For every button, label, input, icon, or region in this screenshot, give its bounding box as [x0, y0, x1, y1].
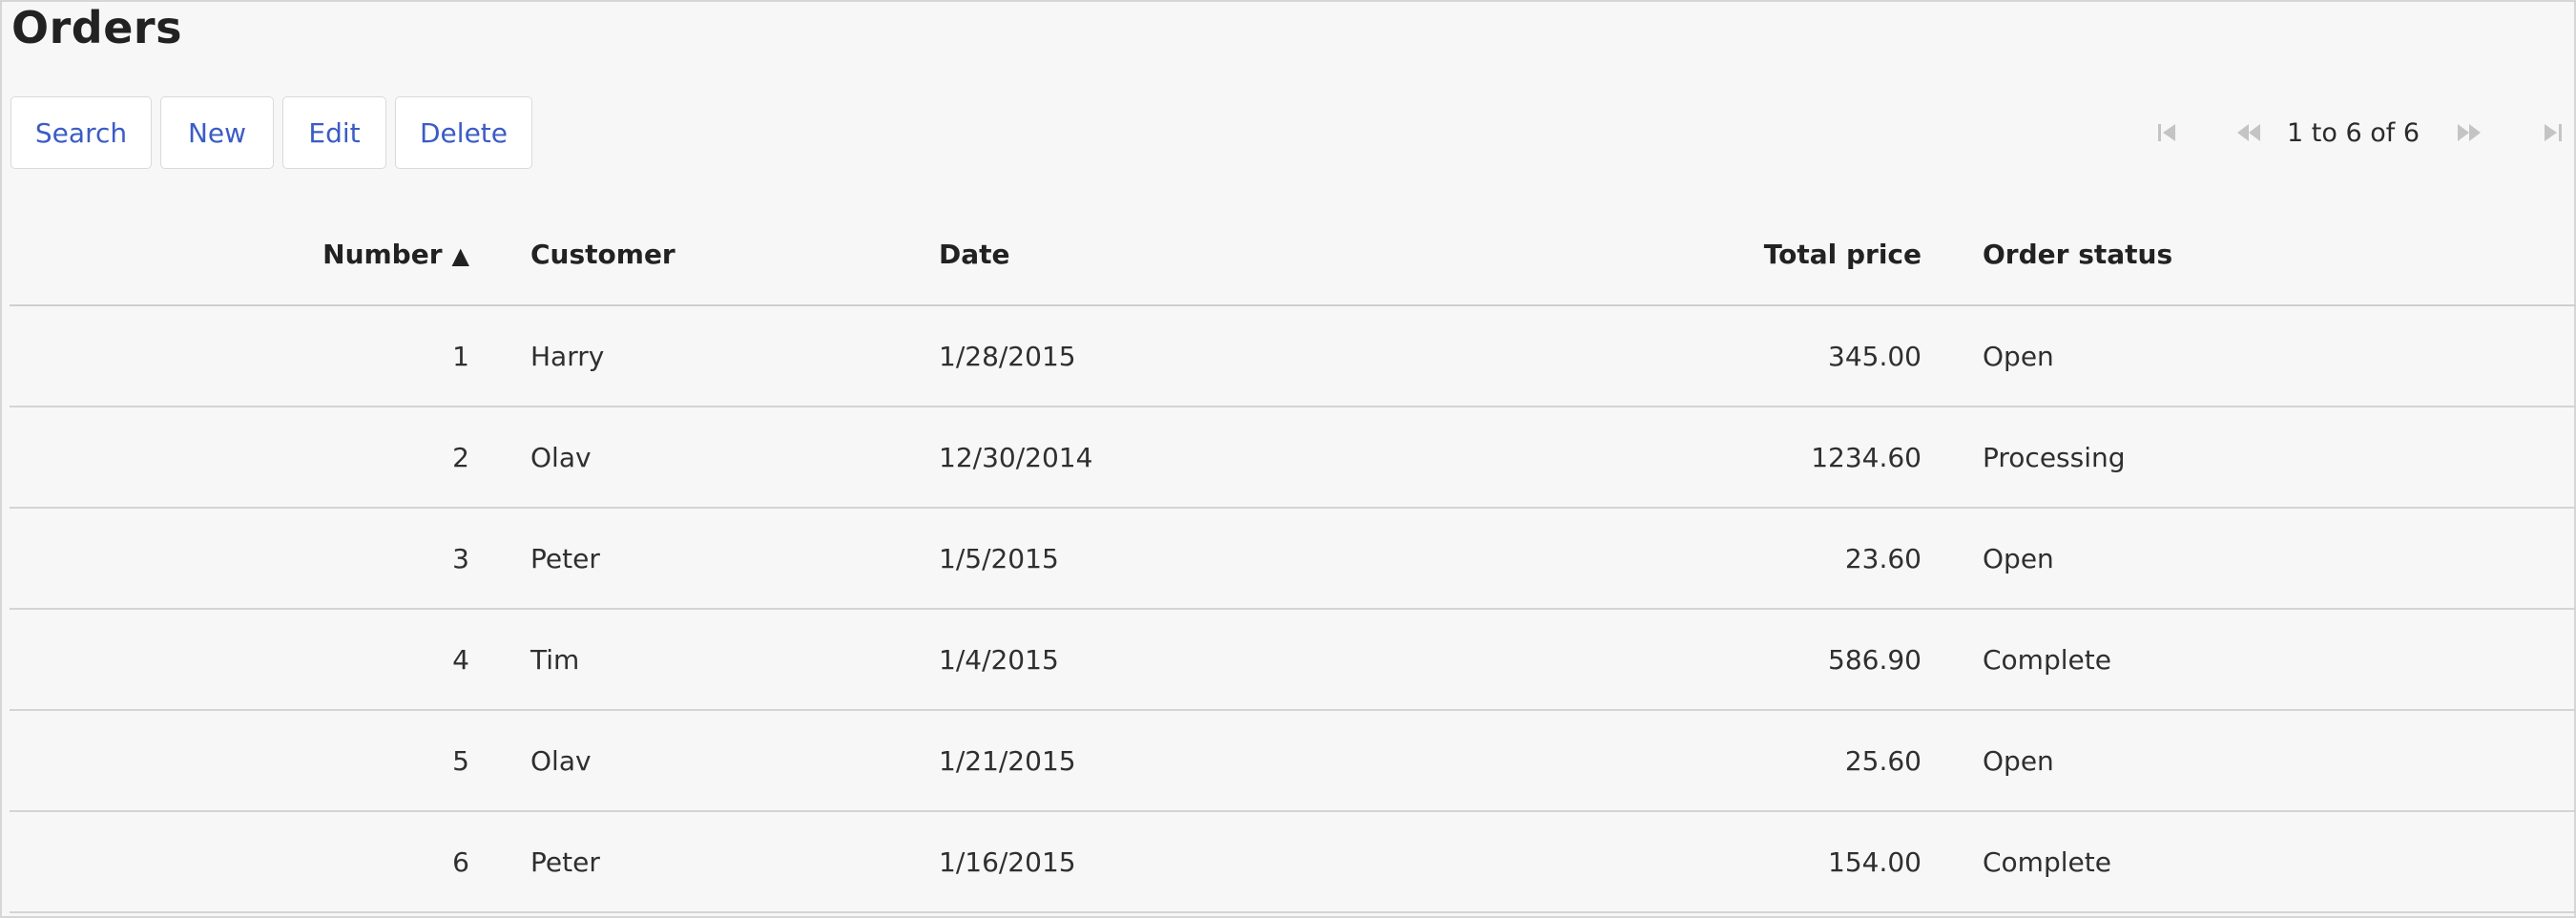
cell-total-price: 154.00	[1443, 811, 1922, 913]
delete-button[interactable]: Delete	[395, 96, 532, 169]
column-header-total-price[interactable]: Total price	[1443, 204, 1922, 306]
cell-order-status: Open	[1922, 508, 2576, 610]
cell-customer: Peter	[469, 811, 935, 913]
column-header-customer[interactable]: Customer	[469, 204, 935, 306]
cell-order-status: Open	[1922, 305, 2576, 407]
cell-order-status: Complete	[1922, 609, 2576, 711]
cell-customer: Olav	[469, 710, 935, 812]
pager-status: 1 to 6 of 6	[2287, 117, 2420, 148]
cell-total-price: 25.60	[1443, 710, 1922, 812]
cell-number: 1	[10, 305, 469, 407]
cell-number: 5	[10, 710, 469, 812]
table-row[interactable]: 3 Peter 1/5/2015 23.60 Open	[10, 508, 2576, 610]
cell-number: 4	[10, 609, 469, 711]
new-button[interactable]: New	[160, 96, 274, 169]
column-header-number-label: Number	[322, 239, 443, 270]
table-row[interactable]: 5 Olav 1/21/2015 25.60 Open	[10, 710, 2576, 812]
table-row[interactable]: 6 Peter 1/16/2015 154.00 Complete	[10, 811, 2576, 913]
cell-date: 1/5/2015	[935, 508, 1443, 610]
cell-number: 6	[10, 811, 469, 913]
first-page-icon[interactable]	[2146, 112, 2188, 154]
column-header-order-status[interactable]: Order status	[1922, 204, 2576, 306]
cell-customer: Harry	[469, 305, 935, 407]
cell-number: 2	[10, 407, 469, 509]
table-header-row: Number ▲ Customer Date Total price Order …	[10, 204, 2576, 306]
cell-order-status: Processing	[1922, 407, 2576, 509]
table-row[interactable]: 1 Harry 1/28/2015 345.00 Open	[10, 305, 2576, 407]
table-row[interactable]: 4 Tim 1/4/2015 586.90 Complete	[10, 609, 2576, 711]
cell-date: 1/21/2015	[935, 710, 1443, 812]
table-row[interactable]: 2 Olav 12/30/2014 1234.60 Processing	[10, 407, 2576, 509]
cell-total-price: 586.90	[1443, 609, 1922, 711]
previous-page-icon[interactable]	[2228, 112, 2270, 154]
cell-date: 1/16/2015	[935, 811, 1443, 913]
search-button[interactable]: Search	[10, 96, 152, 169]
orders-table: Number ▲ Customer Date Total price Order …	[10, 204, 2576, 913]
cell-order-status: Open	[1922, 710, 2576, 812]
pager: 1 to 6 of 6	[2146, 109, 2574, 156]
sort-ascending-icon: ▲	[451, 242, 469, 269]
cell-date: 12/30/2014	[935, 407, 1443, 509]
cell-date: 1/4/2015	[935, 609, 1443, 711]
orders-window: Orders Search New Edit Delete 1 to 6 of …	[0, 0, 2576, 918]
next-page-icon[interactable]	[2448, 112, 2490, 154]
edit-button[interactable]: Edit	[282, 96, 386, 169]
cell-order-status: Complete	[1922, 811, 2576, 913]
page-title: Orders	[11, 2, 182, 53]
cell-customer: Tim	[469, 609, 935, 711]
cell-customer: Peter	[469, 508, 935, 610]
cell-total-price: 23.60	[1443, 508, 1922, 610]
cell-date: 1/28/2015	[935, 305, 1443, 407]
last-page-icon[interactable]	[2532, 112, 2574, 154]
toolbar: Search New Edit Delete	[10, 96, 532, 169]
cell-number: 3	[10, 508, 469, 610]
cell-total-price: 1234.60	[1443, 407, 1922, 509]
column-header-number[interactable]: Number ▲	[10, 204, 469, 306]
cell-customer: Olav	[469, 407, 935, 509]
cell-total-price: 345.00	[1443, 305, 1922, 407]
column-header-date[interactable]: Date	[935, 204, 1443, 306]
